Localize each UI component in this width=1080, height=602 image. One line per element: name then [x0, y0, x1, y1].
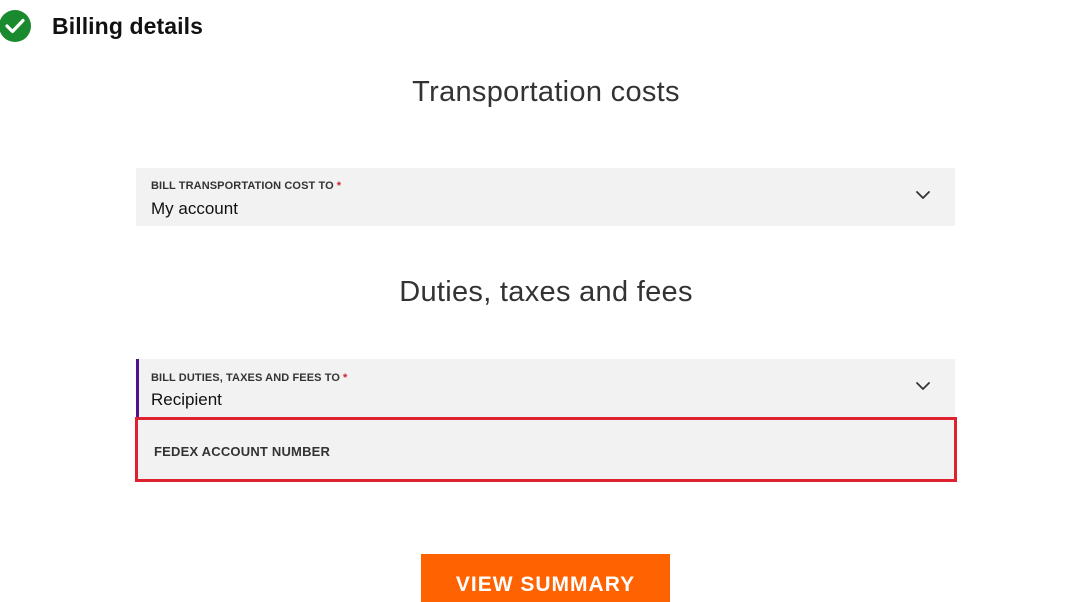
check-circle-icon	[0, 10, 31, 42]
bill-duties-taxes-fees-label: BILL DUTIES, TAXES AND FEES TO *	[151, 372, 347, 384]
fedex-account-number-label: FEDEX ACCOUNT NUMBER	[154, 444, 331, 459]
bill-transportation-cost-value: My account	[151, 199, 238, 218]
chevron-down-icon[interactable]	[915, 379, 931, 393]
bill-duties-taxes-fees-label-text: BILL DUTIES, TAXES AND FEES TO	[151, 372, 341, 384]
duties-taxes-fees-heading: Duties, taxes and fees	[399, 276, 693, 308]
bill-transportation-cost-label-text: BILL TRANSPORTATION COST TO	[151, 180, 334, 192]
section-title: Billing details	[52, 12, 204, 39]
billing-details-page: Billing details Transportation costs BIL…	[0, 0, 1080, 602]
bill-duties-taxes-fees-value: Recipient	[151, 390, 222, 409]
required-marker: *	[343, 372, 348, 384]
bill-duties-taxes-fees-select[interactable]: BILL DUTIES, TAXES AND FEES TO * Recipien…	[136, 359, 955, 417]
bill-transportation-cost-label: BILL TRANSPORTATION COST TO *	[151, 180, 341, 192]
view-summary-button[interactable]: VIEW SUMMARY	[421, 554, 670, 602]
required-marker: *	[336, 180, 342, 192]
bill-transportation-cost-select[interactable]: BILL TRANSPORTATION COST TO * My account	[136, 168, 955, 226]
billing-details-header: Billing details	[0, 8, 203, 44]
fedex-account-number-field[interactable]: FEDEX ACCOUNT NUMBER	[135, 417, 957, 482]
transportation-costs-heading: Transportation costs	[412, 76, 680, 108]
chevron-down-icon[interactable]	[915, 188, 931, 202]
